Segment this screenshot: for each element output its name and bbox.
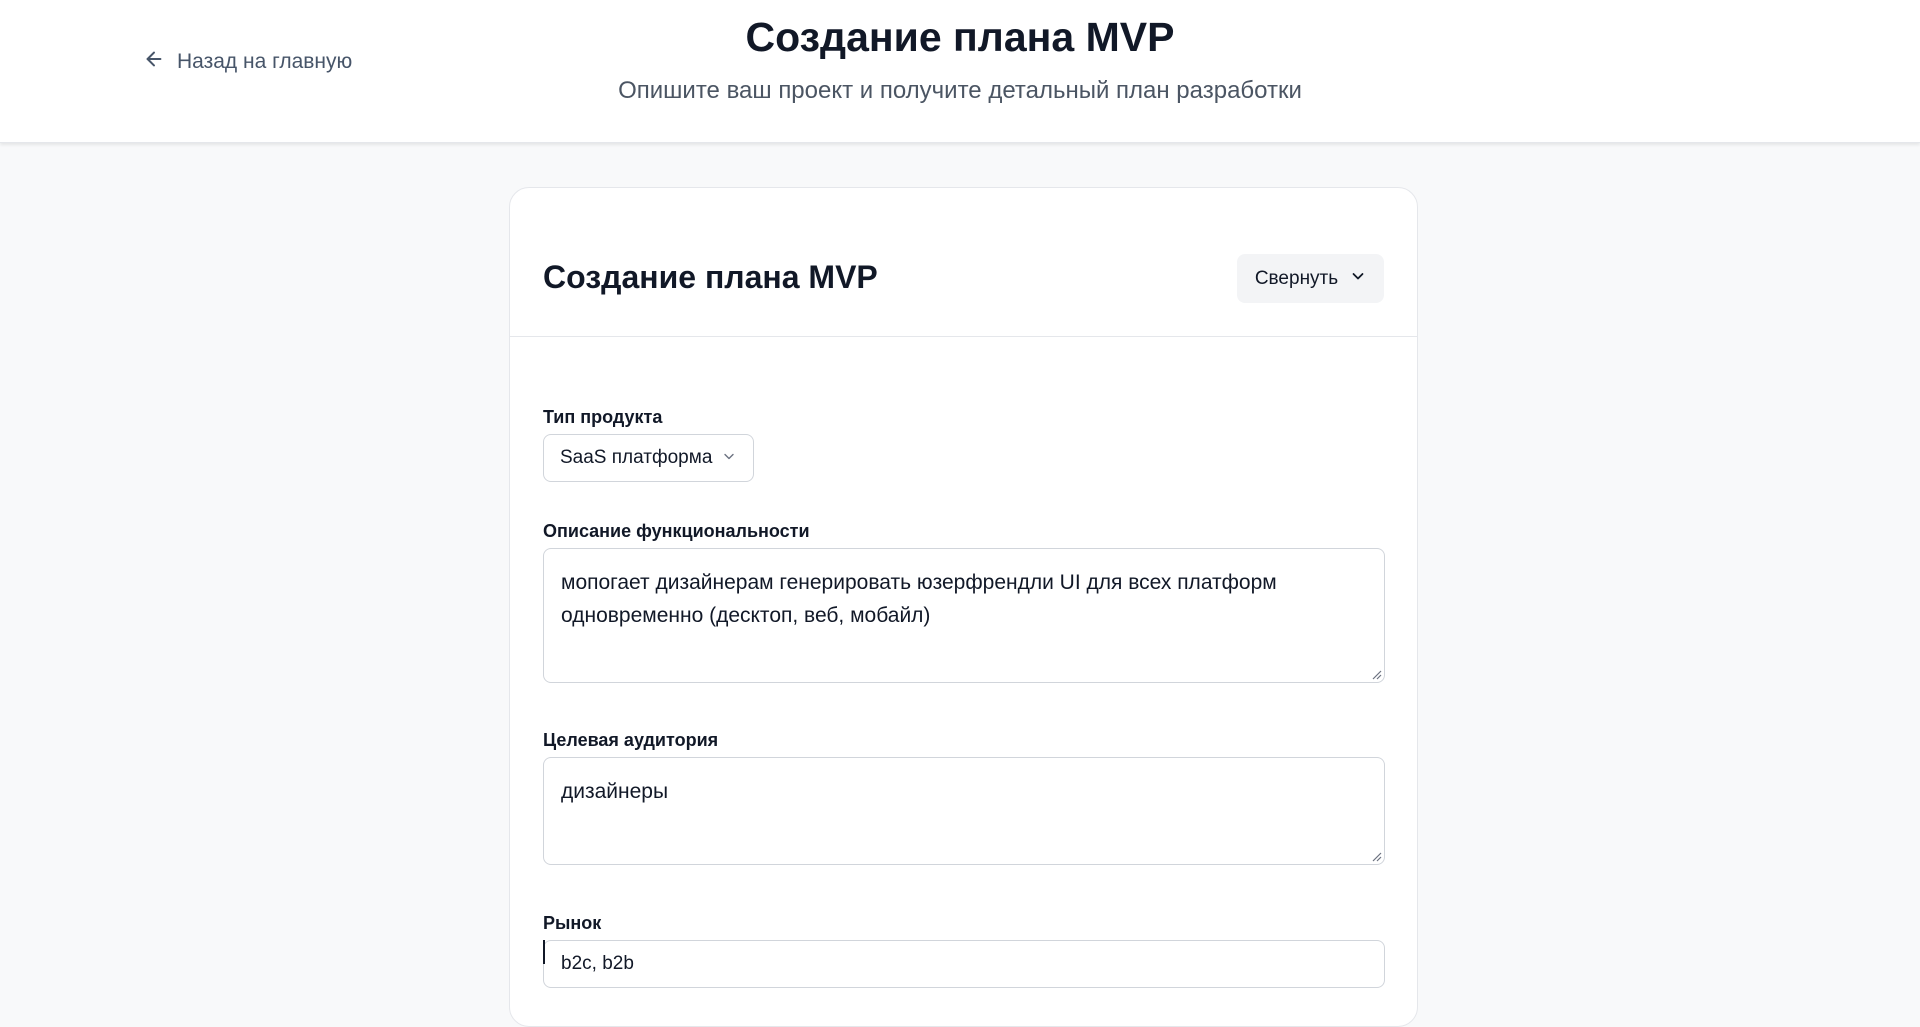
page-subtitle: Опишите ваш проект и получите детальный … bbox=[618, 77, 1302, 104]
collapse-button-label: Свернуть bbox=[1254, 267, 1339, 289]
page-header: Назад на главную Создание плана MVP Опиш… bbox=[0, 0, 1920, 143]
audience-value: дизайнеры bbox=[561, 780, 669, 803]
product-type-label: Тип продукта bbox=[543, 407, 663, 427]
functionality-label: Описание функциональности bbox=[543, 521, 810, 541]
chevron-down-icon bbox=[722, 447, 736, 469]
market-value: b2c, b2b bbox=[561, 953, 634, 974]
market-label: Рынок bbox=[543, 913, 602, 933]
product-type-value: SaaS платформа bbox=[560, 447, 713, 468]
market-input[interactable]: b2c, b2b bbox=[543, 940, 1385, 988]
product-type-select[interactable]: SaaS платформа bbox=[543, 434, 754, 482]
collapse-button[interactable]: Свернуть bbox=[1237, 254, 1384, 303]
resize-grip-icon[interactable] bbox=[1370, 668, 1382, 680]
mvp-plan-card: Создание плана MVP Свернуть Тип продукта… bbox=[509, 187, 1418, 1027]
chevron-down-icon bbox=[1350, 268, 1366, 290]
functionality-value: мопогает дизайнерам генерировать юзерфре… bbox=[561, 571, 1277, 627]
audience-textarea[interactable]: дизайнеры bbox=[543, 757, 1385, 865]
card-title: Создание плана MVP bbox=[543, 259, 878, 295]
functionality-textarea[interactable]: мопогает дизайнерам генерировать юзерфре… bbox=[543, 548, 1385, 683]
page-title: Создание плана MVP bbox=[745, 14, 1175, 60]
text-cursor bbox=[543, 940, 545, 964]
audience-label: Целевая аудитория bbox=[543, 730, 719, 750]
resize-grip-icon[interactable] bbox=[1370, 850, 1382, 862]
card-header: Создание плана MVP Свернуть bbox=[510, 188, 1417, 337]
